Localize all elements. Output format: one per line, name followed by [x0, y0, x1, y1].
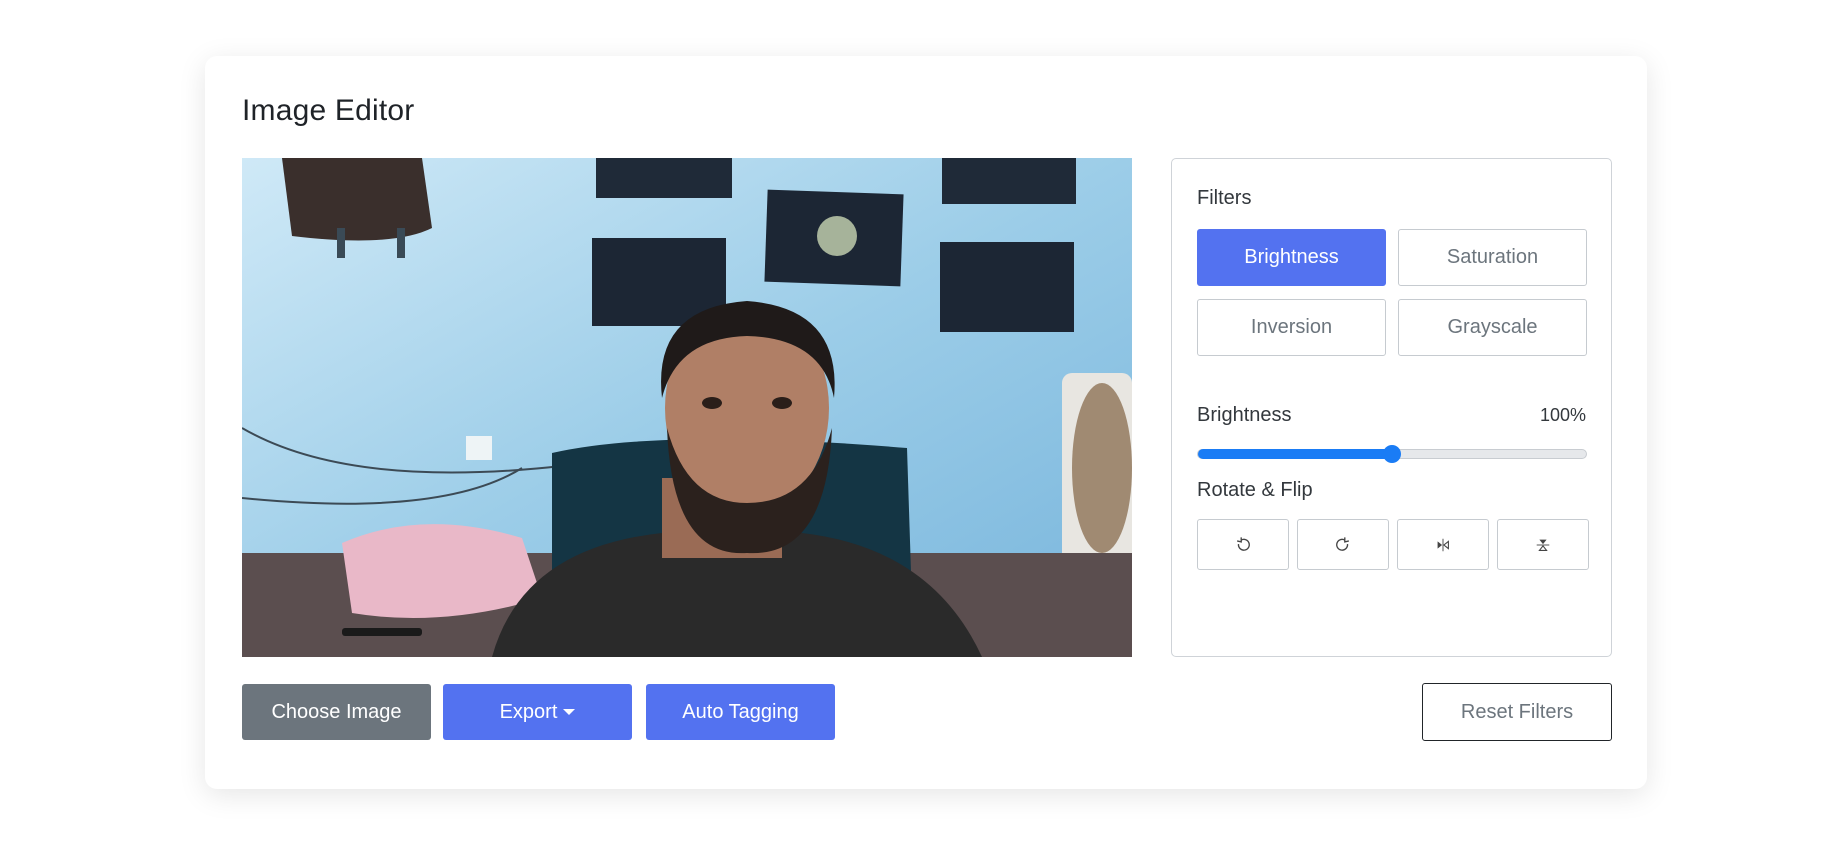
slider-value: 100% — [1539, 405, 1586, 425]
export-button[interactable]: Export — [443, 684, 632, 740]
preview-photo — [242, 158, 1132, 657]
rotate-flip-heading: Rotate & Flip — [1197, 479, 1313, 501]
filter-inversion-button[interactable]: Inversion — [1197, 299, 1386, 356]
rotate-right-button[interactable] — [1297, 519, 1389, 570]
slider-thumb[interactable] — [1383, 445, 1401, 463]
rotate-left-icon — [1237, 536, 1250, 551]
filter-saturation-button[interactable]: Saturation — [1398, 229, 1587, 286]
rotate-right-icon — [1336, 536, 1349, 551]
brightness-slider[interactable] — [1197, 445, 1587, 463]
filters-panel: Filters Brightness Saturation Inversion … — [1171, 158, 1612, 657]
filter-grayscale-button[interactable]: Grayscale — [1398, 299, 1587, 356]
auto-tagging-button[interactable]: Auto Tagging — [646, 684, 835, 740]
flip-vertical-icon — [1536, 539, 1550, 551]
flip-vertical-button[interactable] — [1497, 519, 1589, 570]
flip-horizontal-icon — [1437, 538, 1449, 551]
image-editor-card: Image Editor Filters Brightness Saturati… — [205, 56, 1647, 789]
filters-heading: Filters — [1197, 187, 1252, 209]
image-preview — [242, 158, 1132, 657]
rotate-left-button[interactable] — [1197, 519, 1289, 570]
filter-brightness-button[interactable]: Brightness — [1197, 229, 1386, 286]
choose-image-button[interactable]: Choose Image — [242, 684, 431, 740]
slider-name: Brightness — [1197, 404, 1292, 426]
page-title: Image Editor — [242, 94, 415, 127]
reset-filters-button[interactable]: Reset Filters — [1422, 683, 1612, 741]
caret-down-icon — [563, 709, 576, 715]
export-label: Export — [499, 700, 558, 723]
slider-fill — [1198, 449, 1392, 459]
flip-horizontal-button[interactable] — [1397, 519, 1489, 570]
